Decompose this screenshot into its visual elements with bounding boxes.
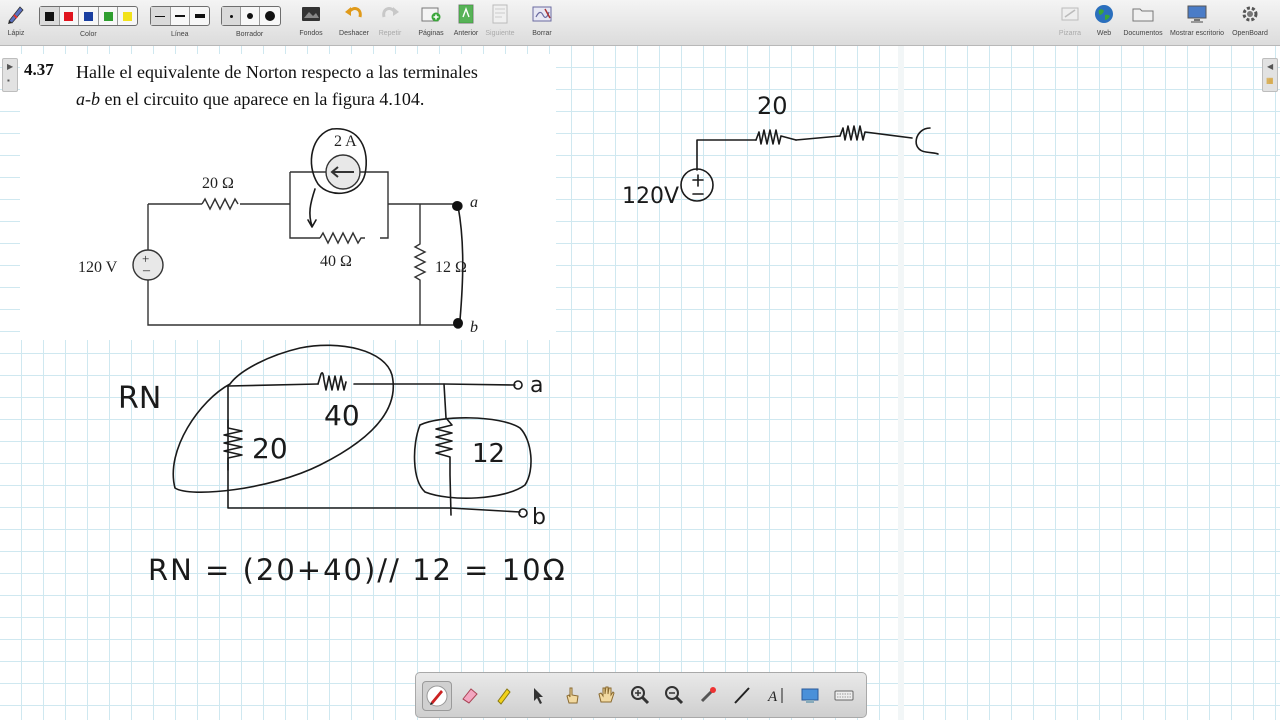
text-tool-icon: A (767, 688, 783, 705)
line-tool-icon (734, 687, 750, 704)
handwritten-resistor-right-1 (755, 129, 797, 145)
handwritten-resistor-20 (223, 419, 243, 471)
hw-rn-label: RN (118, 381, 161, 416)
laser-pointer-icon (700, 687, 716, 703)
dock-zoom-in-button[interactable] (626, 681, 654, 709)
svg-text:A: A (767, 689, 778, 705)
zoom-out-icon (665, 686, 684, 705)
eraser-icon (462, 688, 478, 704)
hand-pointer-icon (566, 687, 579, 704)
dock-capture-button[interactable] (796, 681, 824, 709)
handwritten-resistor-40 (317, 372, 347, 391)
dock-pointer-button[interactable] (524, 681, 552, 709)
dock-text-button[interactable]: A (762, 681, 790, 709)
hw-r12-label: 12 (472, 439, 505, 469)
dock-eraser-button[interactable] (456, 681, 484, 709)
handwritten-voltage-source (680, 168, 714, 202)
dock-laser-button[interactable] (694, 681, 722, 709)
zoom-in-icon (631, 686, 650, 705)
hw-r40-label: 40 (324, 399, 360, 432)
dock-interact-button[interactable] (558, 681, 586, 709)
handwritten-terminal-right (915, 127, 939, 155)
dock-pan-button[interactable] (592, 681, 620, 709)
keyboard-icon (834, 690, 854, 701)
hw-terminal-a: a (530, 373, 543, 398)
handwriting-layer: RN 20 40 12 a b RN = (20+40)// 12 = 10Ω … (118, 92, 939, 587)
stylus-palette: A (415, 672, 867, 718)
circle-annotation-series-group (172, 344, 395, 493)
hw-right-r20: 20 (757, 92, 788, 120)
dock-pen-button[interactable] (422, 681, 452, 711)
pen-icon (426, 685, 448, 707)
arrow-pointer-icon (534, 688, 543, 704)
hw-equation: RN = (20+40)// 12 = 10Ω (148, 553, 567, 587)
hw-right-source: 120V (622, 184, 679, 209)
screen-capture-icon (801, 688, 819, 703)
dock-keyboard-button[interactable] (830, 681, 858, 709)
dock-line-button[interactable] (728, 681, 756, 709)
hw-r20-label: 20 (252, 432, 288, 465)
dock-zoom-out-button[interactable] (660, 681, 688, 709)
hand-pan-icon (598, 686, 615, 703)
hw-terminal-b: b (532, 505, 546, 530)
highlighter-icon (497, 688, 511, 705)
handwritten-resistor-right-2 (839, 125, 913, 141)
dock-highlighter-button[interactable] (490, 681, 518, 709)
